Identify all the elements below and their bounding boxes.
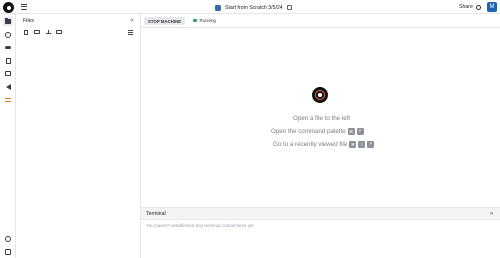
activity-rail: [0, 14, 16, 258]
status-text: Running: [199, 18, 216, 23]
cloud-icon: [5, 45, 11, 50]
rail-item-files[interactable]: [3, 17, 13, 26]
rail-item-browser[interactable]: [3, 30, 13, 39]
new-window-button[interactable]: [56, 29, 62, 35]
notebook-toolbar: STOP MACHINE Running: [141, 14, 500, 28]
rail-item-vscode[interactable]: [3, 82, 13, 91]
hint-text: Go to a recently viewed file: [273, 140, 348, 148]
machine-status: Running: [193, 18, 216, 23]
hint-text: Open a file to the left: [293, 114, 351, 122]
stop-machine-button[interactable]: STOP MACHINE: [144, 17, 186, 25]
rail-item-data[interactable]: [3, 69, 13, 78]
new-window-icon: [56, 30, 62, 34]
expand-terminal-button[interactable]: «: [490, 211, 493, 217]
share-button[interactable]: Share: [459, 4, 481, 10]
notebook-title-area[interactable]: Start from Scratch 3/5/24: [215, 3, 292, 12]
jupyter-logo-icon[interactable]: [3, 2, 14, 13]
terminal-panel: Terminal « You haven't established any t…: [141, 207, 500, 258]
share-label: Share: [459, 4, 473, 10]
avatar[interactable]: M: [487, 2, 497, 12]
shortcut-key: ⌘: [347, 127, 355, 135]
hamburger-menu-icon[interactable]: [21, 4, 27, 10]
document-icon: [5, 57, 11, 64]
shortcut-key: ⌘: [349, 140, 357, 148]
new-file-button[interactable]: [23, 29, 29, 35]
rail-item-help[interactable]: [3, 234, 13, 243]
editor-area: Open a file to the left Open the command…: [141, 28, 500, 207]
hint-text: Open the command palette: [271, 127, 346, 135]
terminal-empty-message: You haven't established any terminal con…: [146, 223, 254, 228]
vscode-icon: [5, 83, 11, 90]
gear-icon: [475, 4, 481, 10]
files-title: Files: [23, 18, 34, 24]
rail-item-cloud[interactable]: [3, 43, 13, 52]
external-edit-icon[interactable]: [286, 5, 292, 10]
filter-icon[interactable]: [128, 30, 133, 35]
git-icon: [5, 97, 11, 102]
hint-open-file: Open a file to the left: [293, 114, 350, 122]
status-dot-icon: [193, 18, 197, 23]
shortcut-key: ⇧: [358, 140, 366, 148]
help-icon: [5, 235, 11, 242]
files-panel: Files «: [16, 14, 141, 258]
upload-button[interactable]: [45, 29, 51, 35]
hint-command-palette: Open the command palette ⌘ P: [271, 127, 364, 135]
upload-icon: [45, 30, 51, 34]
terminal-title: Terminal: [146, 211, 166, 217]
folder-icon: [5, 18, 11, 24]
top-bar: Start from Scratch 3/5/24 Share M: [0, 0, 500, 14]
rail-item-docs[interactable]: [3, 56, 13, 65]
collapse-panel-button[interactable]: «: [130, 17, 134, 24]
box-icon: [5, 71, 11, 76]
notebook-icon: [215, 4, 221, 11]
files-toolbar: [23, 29, 62, 35]
new-file-icon: [24, 29, 28, 35]
rail-item-git[interactable]: [3, 95, 13, 104]
jupyter-logo-icon: [312, 87, 328, 103]
shortcut-key: P: [367, 140, 375, 148]
settings-icon: [5, 248, 11, 255]
new-folder-button[interactable]: [34, 29, 40, 35]
globe-icon: [5, 31, 11, 38]
rail-item-settings[interactable]: [3, 247, 13, 256]
terminal-header[interactable]: Terminal «: [141, 208, 500, 220]
hint-recent-file: Go to a recently viewed file ⌘ ⇧ P: [273, 140, 375, 148]
new-folder-icon: [34, 30, 40, 34]
notebook-title[interactable]: Start from Scratch 3/5/24: [225, 5, 283, 11]
shortcut-key: P: [356, 127, 364, 135]
